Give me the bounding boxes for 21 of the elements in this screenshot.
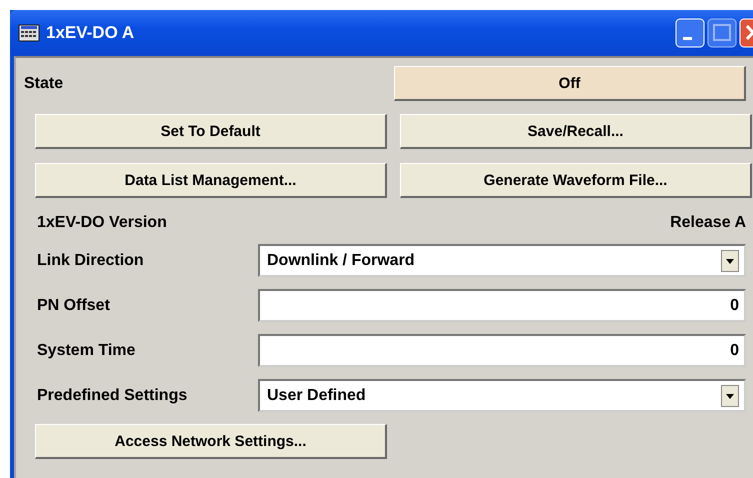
dropdown-field[interactable]: User Defined <box>258 379 746 412</box>
setting-label: PN Offset <box>37 296 111 314</box>
window-title: 1xEV-DO A <box>46 23 134 43</box>
keyboard-icon <box>18 24 40 42</box>
action-button[interactable]: Generate Waveform File... <box>400 163 752 198</box>
setting-label: System Time <box>37 342 136 360</box>
access-network-button[interactable]: Access Network Settings... <box>35 424 387 459</box>
state-label: State <box>24 74 64 92</box>
action-button[interactable]: Save/Recall... <box>400 114 752 149</box>
state-button[interactable]: Off <box>394 66 746 101</box>
minimize-icon[interactable] <box>675 18 705 48</box>
version-label: 1xEV-DO Version <box>37 214 167 232</box>
dropdown-field[interactable]: Downlink / Forward <box>258 244 746 277</box>
action-button[interactable]: Set To Default <box>35 114 387 149</box>
setting-label: Link Direction <box>37 252 145 270</box>
input-field[interactable]: 0 <box>258 334 746 367</box>
action-button[interactable]: Data List Management... <box>35 163 387 198</box>
maximize-icon[interactable] <box>707 18 737 48</box>
version-value: Release A <box>670 214 746 232</box>
input-field[interactable]: 0 <box>258 289 746 322</box>
setting-label: Predefined Settings <box>37 386 188 404</box>
